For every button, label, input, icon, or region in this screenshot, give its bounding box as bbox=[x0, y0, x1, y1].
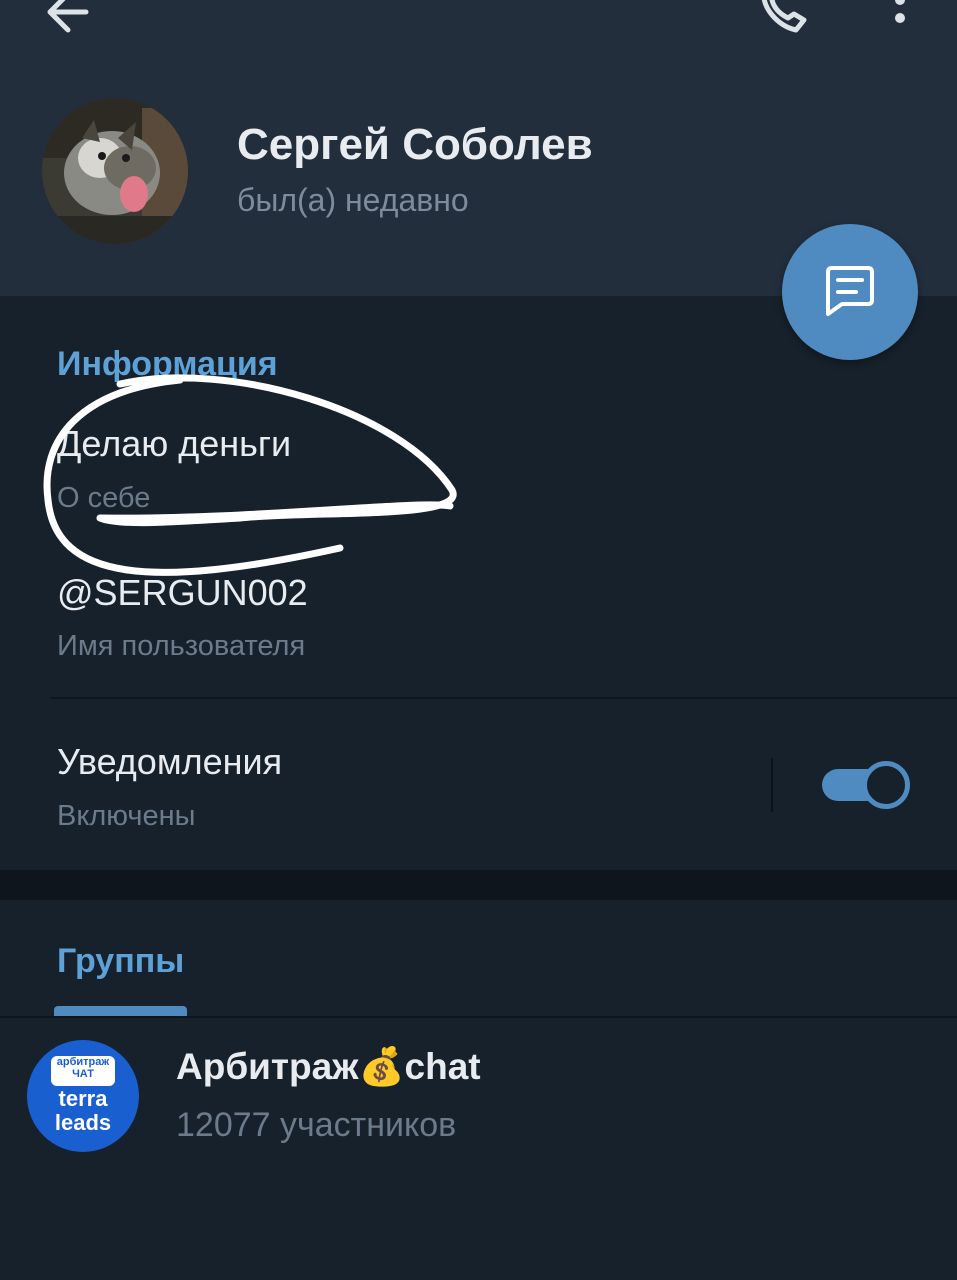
username-value[interactable]: @SERGUN002 bbox=[57, 572, 308, 614]
more-vertical-icon[interactable] bbox=[880, 0, 920, 36]
bio-value[interactable]: Делаю деньги bbox=[57, 423, 291, 465]
phone-icon[interactable] bbox=[752, 0, 812, 38]
message-icon bbox=[826, 266, 874, 316]
tab-indicator bbox=[54, 1006, 187, 1016]
notifications-state: Включены bbox=[57, 800, 196, 832]
profile-avatar[interactable] bbox=[42, 98, 188, 244]
tabs-divider bbox=[0, 1016, 957, 1018]
profile-status: был(а) недавно bbox=[237, 182, 469, 218]
group-name: Арбитраж💰chat bbox=[176, 1046, 481, 1087]
bio-label: О себе bbox=[57, 482, 151, 514]
back-arrow-icon[interactable] bbox=[38, 0, 98, 36]
groups-tab[interactable]: Группы bbox=[57, 942, 184, 981]
send-message-button[interactable] bbox=[782, 224, 918, 360]
username-label: Имя пользователя bbox=[57, 630, 306, 662]
group-avatar: арбитраж ЧАТ terra leads bbox=[27, 1040, 139, 1152]
toggle-separator bbox=[771, 758, 773, 812]
notifications-toggle[interactable] bbox=[822, 760, 910, 810]
divider bbox=[50, 697, 957, 699]
info-section-title: Информация bbox=[57, 345, 278, 383]
notifications-label[interactable]: Уведомления bbox=[57, 741, 282, 783]
group-members: 12077 участников bbox=[176, 1106, 457, 1144]
section-gap bbox=[0, 870, 957, 900]
profile-name: Сергей Соболев bbox=[237, 120, 593, 169]
